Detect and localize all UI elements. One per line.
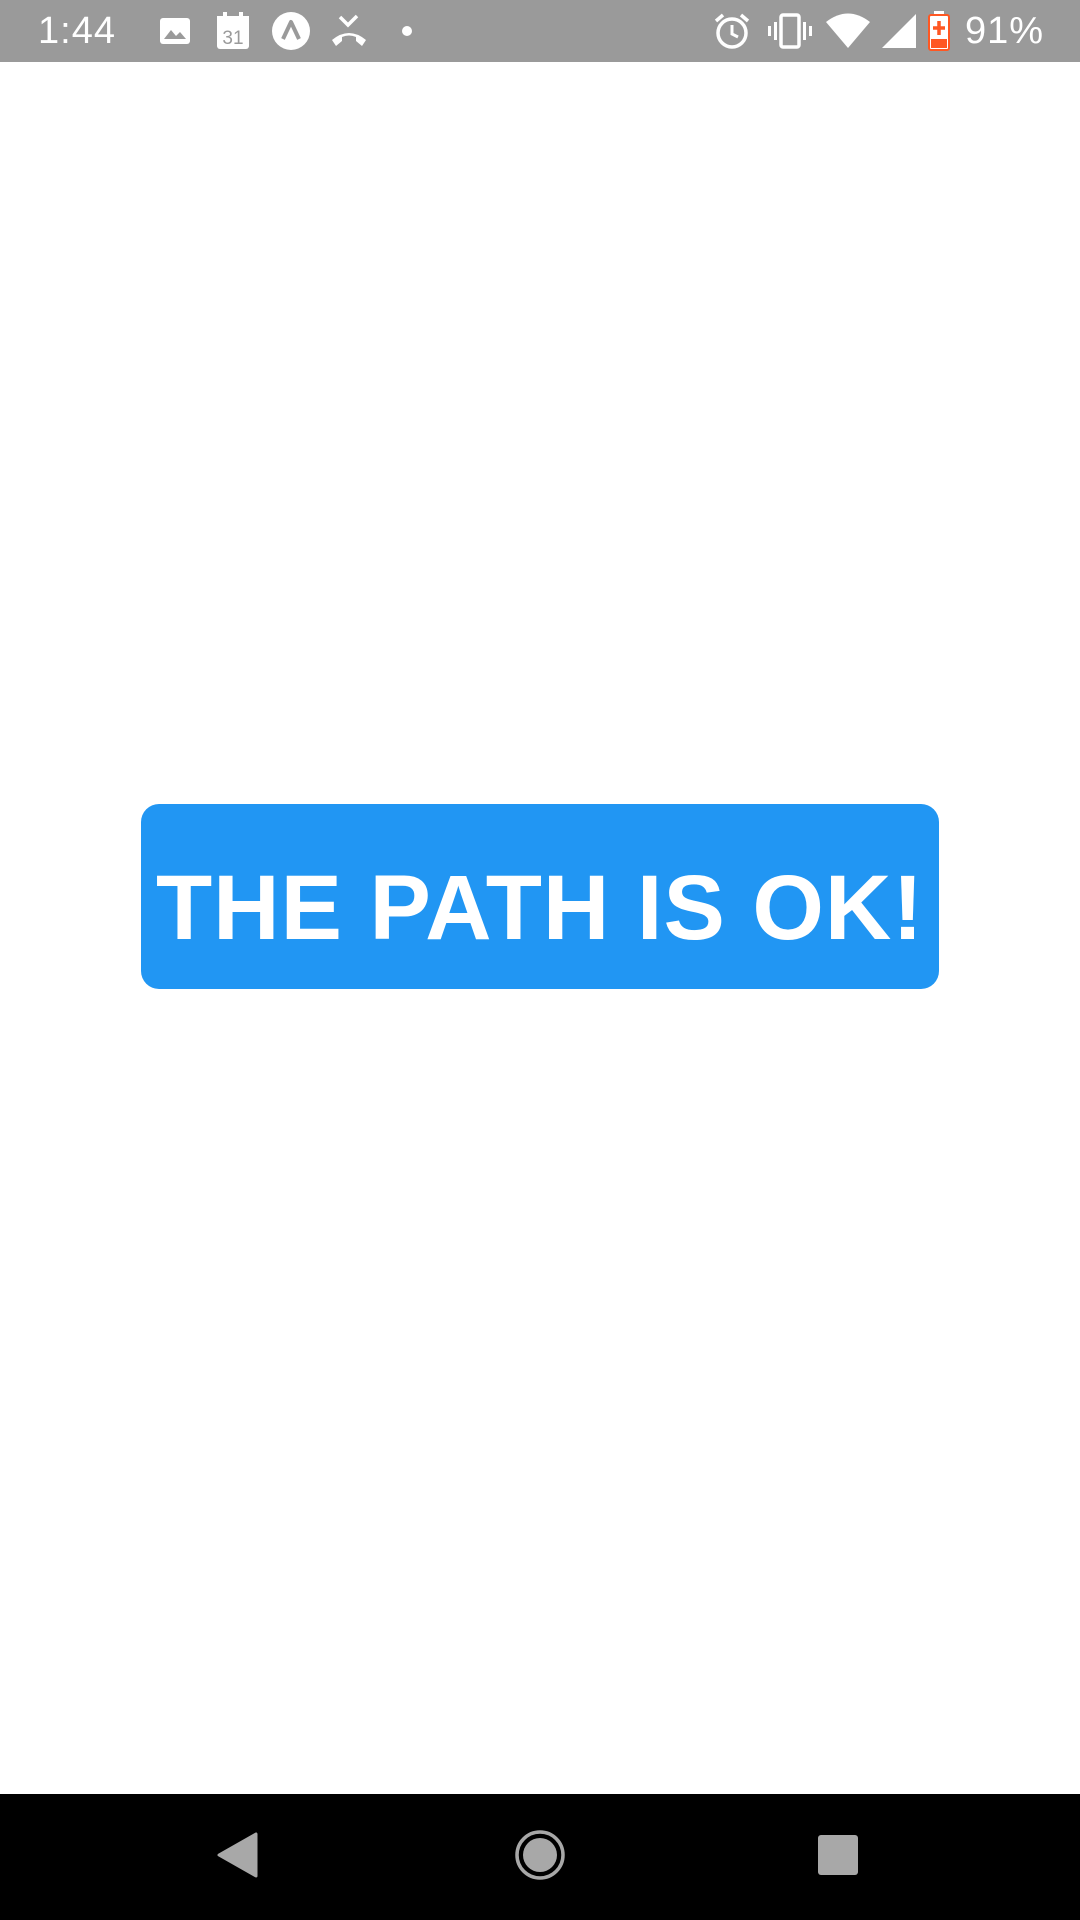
recents-icon [817,1834,859,1881]
battery-charging-icon [921,0,957,62]
home-button[interactable] [480,1794,600,1920]
image-icon [146,0,204,62]
status-bar: 1:44 31 91% [0,0,1080,62]
home-icon [514,1829,566,1886]
signal-icon [877,0,921,62]
recents-button[interactable] [778,1794,898,1920]
alarm-icon [703,0,761,62]
navigation-bar [0,1794,1080,1920]
status-right: 91% [703,0,1044,62]
main-content: THE PATH IS OK! [0,62,1080,1794]
calendar-day: 31 [222,28,243,49]
back-icon [216,1832,260,1883]
path-ok-button[interactable]: THE PATH IS OK! [141,804,939,989]
notification-icons: 31 [146,0,436,62]
battery-percent: 91% [964,9,1044,52]
app-circle-icon [262,0,320,62]
dot-icon [378,0,436,62]
vibrate-icon [761,0,819,62]
wifi-icon [819,0,877,62]
missed-call-icon [320,0,378,62]
status-left: 1:44 31 [38,0,436,62]
back-button[interactable] [178,1794,298,1920]
status-time: 1:44 [38,9,116,52]
calendar-icon: 31 [204,0,262,62]
